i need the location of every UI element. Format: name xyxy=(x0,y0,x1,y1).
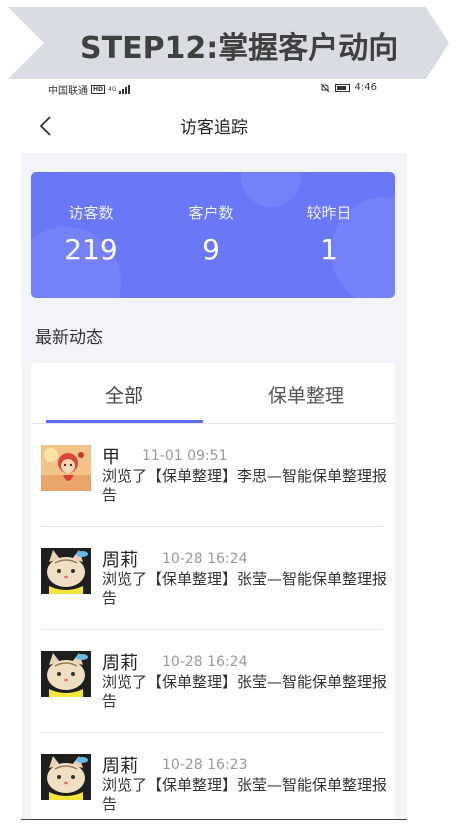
mute-bell-icon xyxy=(320,83,329,92)
tab-active-indicator xyxy=(46,420,203,423)
tab-policy-organize[interactable]: 保单整理 xyxy=(221,381,391,408)
visit-time: 11-01 09:51 xyxy=(142,448,228,464)
stat-vs-yesterday[interactable]: 较昨日 1 xyxy=(269,202,389,266)
nav-bar: 访客追踪 xyxy=(21,97,407,153)
phone-screen: 中国联通 HD 4G 4:46 访客追踪 访客数 219 客户数 9 较昨日 1… xyxy=(21,79,407,819)
status-right: 4:46 xyxy=(320,82,377,93)
stat-customers[interactable]: 客户数 9 xyxy=(151,202,271,266)
visitor-name: 甲 xyxy=(102,447,120,468)
visit-description: 浏览了【保单整理】张莹—智能保单整理报告 xyxy=(102,776,388,813)
screenshot-bottom-edge xyxy=(21,819,407,820)
avatar xyxy=(41,548,91,594)
step-banner: STEP12:掌握客户动向 xyxy=(8,7,449,79)
visitor-name: 周莉 xyxy=(102,550,138,571)
section-title: 最新动态 xyxy=(35,328,103,348)
stat-label: 客户数 xyxy=(188,204,234,222)
network-label: 4G xyxy=(108,86,117,93)
main-content: 访客数 219 客户数 9 较昨日 1 最新动态 全部 保单整理 甲 11-01… xyxy=(21,153,407,819)
clock-label: 4:46 xyxy=(354,82,377,93)
visit-description: 浏览了【保单整理】张莹—智能保单整理报告 xyxy=(102,570,388,607)
stat-visitors[interactable]: 访客数 219 xyxy=(31,202,151,266)
stats-card: 访客数 219 客户数 9 较昨日 1 xyxy=(31,172,395,298)
cat-avatar-icon xyxy=(41,548,91,594)
activity-list-card: 全部 保单整理 甲 11-01 09:51 浏览了【保单整理】李思—智能保单整理… xyxy=(31,363,395,819)
stat-label: 访客数 xyxy=(68,204,114,222)
cartoon-girl-avatar-icon xyxy=(41,445,91,491)
page-title: 访客追踪 xyxy=(180,118,248,138)
status-bar: 中国联通 HD 4G 4:46 xyxy=(21,79,407,97)
list-item[interactable]: 周莉 10-28 16:23 浏览了【保单整理】张莹—智能保单整理报告 xyxy=(41,733,387,819)
avatar xyxy=(41,445,91,491)
hd-badge: HD xyxy=(91,85,106,94)
visit-description: 浏览了【保单整理】李思—智能保单整理报告 xyxy=(102,467,388,504)
cat-avatar-icon xyxy=(41,754,91,800)
signal-icon xyxy=(119,85,131,94)
list-item[interactable]: 周莉 10-28 16:24 浏览了【保单整理】张莹—智能保单整理报告 xyxy=(41,527,387,630)
list-item[interactable]: 周莉 10-28 16:24 浏览了【保单整理】张莹—智能保单整理报告 xyxy=(41,630,387,733)
status-left: 中国联通 HD 4G xyxy=(48,82,131,97)
visitor-name: 周莉 xyxy=(102,756,138,777)
battery-icon xyxy=(334,83,350,92)
cat-avatar-icon xyxy=(41,651,91,697)
visitor-name: 周莉 xyxy=(102,653,138,674)
visit-time: 10-28 16:23 xyxy=(162,757,248,773)
banner-title: STEP12:掌握客户动向 xyxy=(80,31,399,66)
avatar xyxy=(41,651,91,697)
stat-value: 9 xyxy=(202,233,220,266)
visit-time: 10-28 16:24 xyxy=(162,551,248,567)
tab-bar: 全部 保单整理 xyxy=(31,363,395,424)
visit-description: 浏览了【保单整理】张莹—智能保单整理报告 xyxy=(102,673,388,710)
visit-time: 10-28 16:24 xyxy=(162,654,248,670)
list-item[interactable]: 甲 11-01 09:51 浏览了【保单整理】李思—智能保单整理报告 xyxy=(41,424,387,527)
stat-value: 219 xyxy=(64,233,118,266)
stat-label: 较昨日 xyxy=(306,204,352,222)
avatar xyxy=(41,754,91,800)
stat-value: 1 xyxy=(320,233,338,266)
carrier-label: 中国联通 xyxy=(48,86,88,97)
tab-all[interactable]: 全部 xyxy=(39,381,209,408)
